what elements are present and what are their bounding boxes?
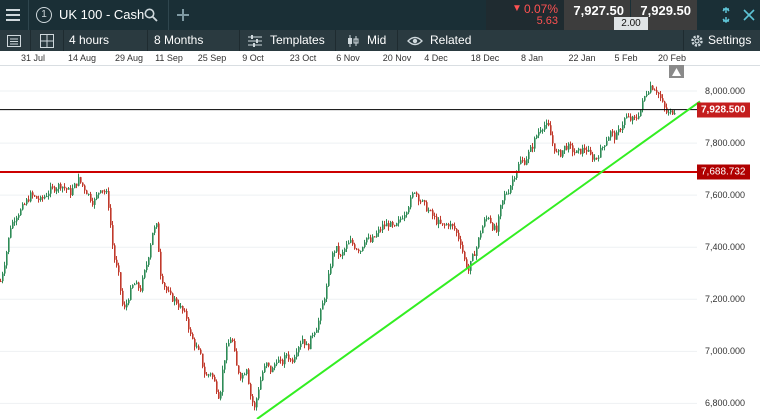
price-tick-label: 7,200.000 (705, 294, 746, 305)
instrument-header: 1 UK 100 - Cash ▼ 0.07% 5.63 7,927.50 7,… (0, 0, 760, 30)
price-axis: 8,000.000 7,800.000 7,600.000 7,400.000 7,20… (0, 65, 760, 419)
price-type-selector[interactable]: Mid (367, 30, 386, 51)
hamburger-icon[interactable] (0, 0, 26, 30)
instrument-tab[interactable]: 1 UK 100 - Cash (30, 0, 165, 30)
down-arrow-icon: ▼ (512, 3, 522, 14)
date-tick-label: 11 Sep (155, 53, 183, 63)
toolbar-separator (683, 30, 684, 51)
range-selector[interactable]: 8 Months (154, 30, 203, 51)
toolbar-separator (63, 30, 64, 51)
toolbar-separator (30, 30, 31, 51)
search-icon[interactable] (142, 0, 160, 30)
date-tick-label: 20 Feb (657, 53, 687, 63)
plus-icon[interactable] (172, 0, 194, 30)
current-price-tag: 7,928.500 (697, 102, 750, 118)
sell-price: 7,927.50 (573, 3, 624, 18)
date-tick-label: 22 Jan (568, 53, 596, 63)
spread-badge: 2.00 (614, 17, 648, 30)
toolbar-separator (335, 30, 336, 51)
expand-icon[interactable] (716, 0, 736, 30)
date-tick-label: 4 Dec (424, 53, 448, 63)
date-tick-label: 20 Nov (382, 53, 412, 63)
date-tick-label: 31 Jul (20, 53, 46, 63)
templates-button[interactable]: Templates (270, 30, 325, 51)
change-percent: 0.07% (523, 2, 558, 16)
date-tick-label: 29 Aug (114, 53, 144, 63)
date-tick-label: 23 Oct (289, 53, 317, 63)
horizontal-level-tag: 7,688.732 (697, 164, 750, 180)
date-tick-label: 8 Jan (520, 53, 544, 63)
price-tick-label: 8,000.000 (705, 86, 746, 97)
chart-menu-icon[interactable] (0, 30, 28, 51)
date-tick-label: 25 Sep (197, 53, 227, 63)
settings-button[interactable]: Settings (708, 30, 751, 51)
tab-divider (168, 0, 169, 30)
price-tick-label: 7,400.000 (705, 242, 746, 253)
grid-icon[interactable] (33, 30, 61, 51)
date-tick-label: 9 Oct (242, 53, 264, 63)
buy-price: 7,929.50 (640, 3, 691, 18)
price-tick-label: 7,600.000 (705, 190, 746, 201)
scroll-to-latest-button[interactable] (669, 65, 684, 78)
price-tick-label: 6,800.000 (705, 398, 746, 409)
date-axis: 31 Jul 14 Aug 29 Aug 11 Sep 25 Sep 9 Oct 23 Oc… (0, 51, 760, 66)
date-tick-label: 5 Feb (614, 53, 638, 63)
price-change-box: ▼ 0.07% 5.63 (486, 0, 564, 30)
date-tick-label: 14 Aug (67, 53, 97, 63)
date-tick-label: 18 Dec (470, 53, 500, 63)
instrument-number-badge: 1 (36, 7, 52, 23)
tab-divider (28, 0, 29, 30)
change-points: 5.63 (536, 15, 558, 27)
price-tick-label: 7,800.000 (705, 138, 746, 149)
spread-value: 2.00 (621, 18, 641, 29)
sliders-icon (245, 30, 265, 51)
instrument-name: UK 100 - Cash (59, 7, 145, 22)
price-chart[interactable]: 8,000.000 7,800.000 7,600.000 7,400.000 7,20… (0, 65, 760, 419)
toolbar-separator (147, 30, 148, 51)
eye-icon (404, 30, 426, 51)
toolbar-separator (397, 30, 398, 51)
toolbar-separator (239, 30, 240, 51)
chart-toolbar: 4 hours 8 Months Templates Mid Related S… (0, 30, 760, 51)
date-tick-label: 6 Nov (336, 53, 360, 63)
candles-icon (343, 30, 363, 51)
related-button[interactable]: Related (430, 30, 471, 51)
gear-icon[interactable] (688, 30, 706, 51)
interval-selector[interactable]: 4 hours (69, 30, 109, 51)
price-tick-label: 7,000.000 (705, 346, 746, 357)
close-icon[interactable] (738, 0, 760, 30)
